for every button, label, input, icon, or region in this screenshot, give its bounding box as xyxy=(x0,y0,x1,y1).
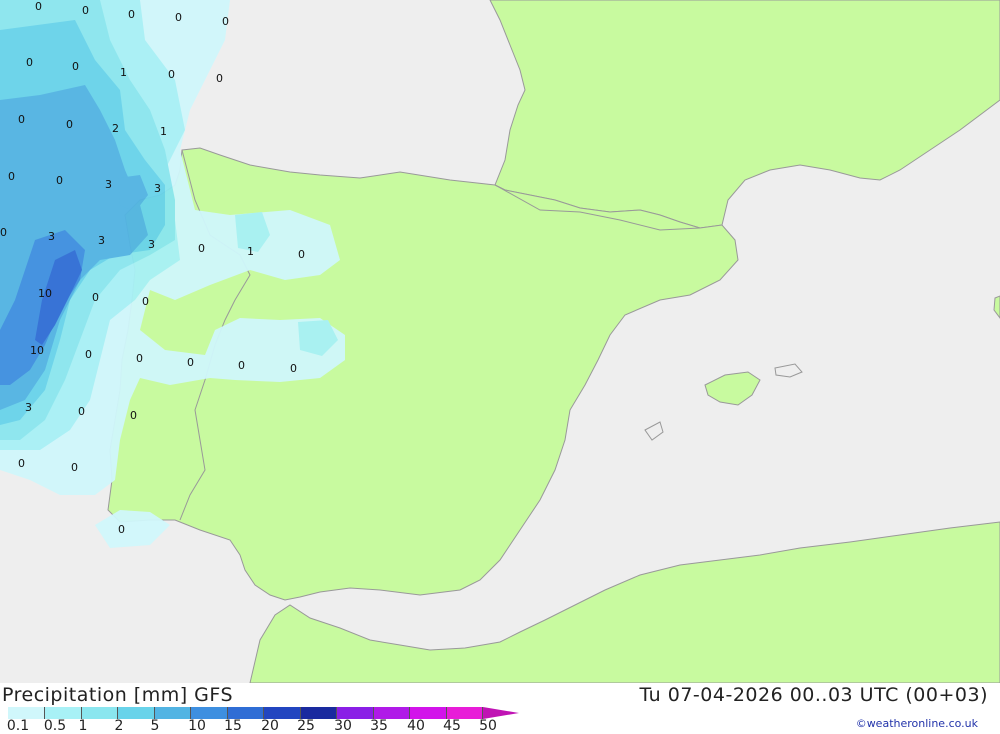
credit-link[interactable]: ©weatheronline.co.uk xyxy=(856,717,978,730)
scale-tick-label: 40 xyxy=(407,718,425,734)
scale-tick-label: 0.1 xyxy=(6,718,30,734)
scale-swatch xyxy=(155,707,191,719)
forecast-datetime: Tu 07-04-2026 00..03 UTC (00+03) xyxy=(639,684,988,706)
precip-label: 0 xyxy=(78,405,85,418)
precipitation-map: 0 0 0 0 0 0 0 1 0 0 0 0 2 1 0 0 3 3 0 3 … xyxy=(0,0,1000,683)
precip-label: 0 xyxy=(92,291,99,304)
precip-label: 0 xyxy=(142,295,149,308)
scale-tick-label: 2 xyxy=(114,718,124,734)
precip-label: 0 xyxy=(18,457,25,470)
scale-tick-label: 0.5 xyxy=(43,718,67,734)
precip-label: 0 xyxy=(222,15,229,28)
precip-label: 10 xyxy=(38,287,52,300)
precip-label: 0 xyxy=(71,461,78,474)
precip-label: 0 xyxy=(298,248,305,261)
precip-label: 0 xyxy=(35,0,42,13)
precip-label: 3 xyxy=(25,401,32,414)
precip-label: 0 xyxy=(187,356,194,369)
precip-label: 0 xyxy=(26,56,33,69)
precip-label: 2 xyxy=(112,122,119,135)
precip-label: 0 xyxy=(82,4,89,17)
scale-tick-label: 30 xyxy=(334,718,352,734)
precip-label: 0 xyxy=(238,359,245,372)
scale-swatch xyxy=(118,707,155,719)
precip-label: 0 xyxy=(56,174,63,187)
precip-label: 0 xyxy=(290,362,297,375)
map-title: Precipitation [mm] GFS xyxy=(2,684,234,706)
precip-label: 0 xyxy=(130,409,137,422)
scale-tick-label: 35 xyxy=(370,718,388,734)
scale-tick-label: 1 xyxy=(78,718,88,734)
precip-label: 1 xyxy=(160,125,167,138)
scale-tick-label: 10 xyxy=(188,718,206,734)
precip-label: 0 xyxy=(118,523,125,536)
precip-label: 0 xyxy=(168,68,175,81)
precip-label: 0 xyxy=(0,226,7,239)
precip-label: 0 xyxy=(85,348,92,361)
scale-tick-label: 20 xyxy=(261,718,279,734)
scale-tick-label: 50 xyxy=(479,718,497,734)
precip-label: 3 xyxy=(98,234,105,247)
precip-label: 3 xyxy=(105,178,112,191)
precip-label: 0 xyxy=(128,8,135,21)
precip-label: 1 xyxy=(247,245,254,258)
precip-label: 0 xyxy=(72,60,79,73)
precip-label: 3 xyxy=(48,230,55,243)
precip-label: 0 xyxy=(18,113,25,126)
precip-label: 3 xyxy=(148,238,155,251)
precip-label: 1 xyxy=(120,66,127,79)
precip-label: 0 xyxy=(198,242,205,255)
precip-label: 0 xyxy=(216,72,223,85)
precip-label: 0 xyxy=(136,352,143,365)
scale-tick-label: 25 xyxy=(297,718,315,734)
precip-label: 10 xyxy=(30,344,44,357)
map-footer: Precipitation [mm] GFS Tu 07-04-2026 00.… xyxy=(0,683,1000,734)
precip-label: 0 xyxy=(8,170,15,183)
scale-tick-label: 45 xyxy=(443,718,461,734)
scale-tick-label: 5 xyxy=(150,718,160,734)
precip-label: 0 xyxy=(175,11,182,24)
precip-label: 3 xyxy=(154,182,161,195)
scale-tick-label: 15 xyxy=(224,718,242,734)
precip-label: 0 xyxy=(66,118,73,131)
